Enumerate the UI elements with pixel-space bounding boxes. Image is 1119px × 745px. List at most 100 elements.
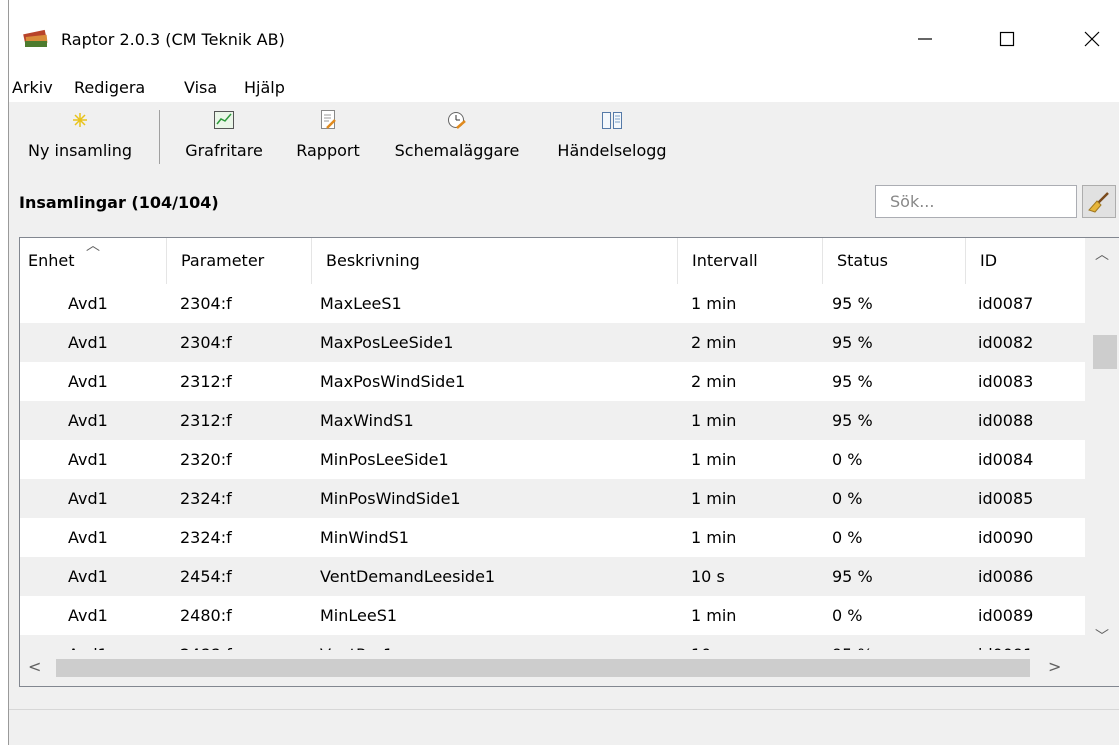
maximize-button[interactable] <box>984 16 1030 62</box>
scheduler-label: Schemaläggare <box>394 141 520 160</box>
table-row[interactable]: Avd1 2312:f MaxPosWindSide1 2 min 95 % i… <box>20 362 1085 401</box>
scheduler-button[interactable]: Schemaläggare <box>376 108 538 160</box>
cell-enhet: Avd1 <box>68 333 108 352</box>
maximize-icon <box>999 31 1015 47</box>
col-header-enhet[interactable]: Enhet ︿ <box>20 238 167 284</box>
minimize-icon <box>918 38 932 40</box>
cell-id: id0089 <box>978 606 1034 625</box>
cell-intervall: 2 min <box>691 372 737 391</box>
app-window: Raptor 2.0.3 (CM Teknik AB) Arkiv Redige… <box>8 0 1119 745</box>
cell-intervall: 1 min <box>691 411 737 430</box>
menu-bar: Arkiv Redigera Visa Hjälp <box>9 76 1119 102</box>
raptor-app-icon <box>23 29 48 47</box>
cell-enhet: Avd1 <box>68 489 108 508</box>
cell-id: id0087 <box>978 294 1034 313</box>
cell-status: 95 % <box>832 411 873 430</box>
toolbar: Ny insamling Grafritare Rapport Schemalä… <box>9 102 1119 180</box>
cell-intervall: 10 s <box>691 567 725 586</box>
table-header: Enhet ︿ Parameter Beskrivning Intervall … <box>20 238 1085 284</box>
col-header-status-label: Status <box>837 251 888 270</box>
cell-id: id0086 <box>978 567 1034 586</box>
event-log-icon <box>602 112 622 129</box>
cell-parameter: 2312:f <box>180 372 232 391</box>
col-header-parameter[interactable]: Parameter <box>167 238 312 284</box>
table-row[interactable]: Avd1 2320:f MinPosLeeSide1 1 min 0 % id0… <box>20 440 1085 479</box>
title-bar: Raptor 2.0.3 (CM Teknik AB) <box>9 0 1119 76</box>
toolbar-separator <box>159 110 160 164</box>
chart-label: Grafritare <box>185 141 263 160</box>
col-header-enhet-label: Enhet <box>28 251 75 270</box>
horizontal-scroll-thumb[interactable] <box>56 659 1030 677</box>
cell-beskrivning: MaxPosLeeSide1 <box>320 333 454 352</box>
col-header-status[interactable]: Status <box>823 238 966 284</box>
table-row[interactable]: Avd1 2324:f MinPosWindSide1 1 min 0 % id… <box>20 479 1085 518</box>
search-input[interactable] <box>876 186 1076 217</box>
table-row[interactable]: Avd1 2304:f MaxLeeS1 1 min 95 % id0087 <box>20 284 1085 323</box>
col-header-beskrivning[interactable]: Beskrivning <box>312 238 678 284</box>
new-collection-label: Ny insamling <box>27 141 133 160</box>
cell-status: 0 % <box>832 606 863 625</box>
cell-status: 0 % <box>832 450 863 469</box>
menu-hjalp[interactable]: Hjälp <box>244 78 285 97</box>
close-button[interactable] <box>1069 16 1115 62</box>
minimize-button[interactable] <box>902 16 948 62</box>
cell-beskrivning: MaxLeeS1 <box>320 294 402 313</box>
vertical-scrollbar[interactable]: ︿ ﹀ <box>1085 238 1119 650</box>
new-collection-icon <box>73 113 87 127</box>
cell-beskrivning: MinWindS1 <box>320 528 409 547</box>
cell-enhet: Avd1 <box>68 372 108 391</box>
cell-enhet: Avd1 <box>68 450 108 469</box>
cell-intervall: 2 min <box>691 333 737 352</box>
table-row[interactable]: Avd1 2312:f MaxWindS1 1 min 95 % id0088 <box>20 401 1085 440</box>
col-header-id[interactable]: ID <box>966 238 1085 284</box>
table-row[interactable]: Avd1 2480:f MinLeeS1 1 min 0 % id0089 <box>20 596 1085 635</box>
cell-id: id0088 <box>978 411 1034 430</box>
collections-table: Enhet ︿ Parameter Beskrivning Intervall … <box>19 237 1119 687</box>
cell-beskrivning: MaxWindS1 <box>320 411 414 430</box>
col-header-beskrivning-label: Beskrivning <box>326 251 420 270</box>
event-log-button[interactable]: Händelselogg <box>542 108 682 160</box>
scheduler-icon <box>448 112 466 129</box>
chart-icon <box>214 111 234 129</box>
clear-search-button[interactable] <box>1082 185 1116 218</box>
cell-enhet: Avd1 <box>68 294 108 313</box>
col-header-intervall-label: Intervall <box>692 251 758 270</box>
close-icon <box>1084 31 1100 47</box>
vertical-scroll-thumb[interactable] <box>1093 335 1117 369</box>
scroll-up-icon[interactable]: ︿ <box>1085 244 1119 264</box>
cell-intervall: 1 min <box>691 528 737 547</box>
report-button[interactable]: Rapport <box>283 108 373 160</box>
cell-parameter: 2320:f <box>180 450 232 469</box>
cell-intervall: 1 min <box>691 450 737 469</box>
table-row[interactable]: Avd1 2454:f VentDemandLeeside1 10 s 95 %… <box>20 557 1085 596</box>
cell-status: 95 % <box>832 567 873 586</box>
cell-beskrivning: MinPosLeeSide1 <box>320 450 449 469</box>
scroll-right-icon[interactable]: > <box>1048 657 1061 676</box>
window-title: Raptor 2.0.3 (CM Teknik AB) <box>61 30 285 49</box>
col-header-intervall[interactable]: Intervall <box>678 238 823 284</box>
cell-status: 95 % <box>832 372 873 391</box>
chart-button[interactable]: Grafritare <box>170 108 278 160</box>
cell-id: id0085 <box>978 489 1034 508</box>
cell-beskrivning: MinPosWindSide1 <box>320 489 461 508</box>
cell-status: 95 % <box>832 294 873 313</box>
menu-arkiv[interactable]: Arkiv <box>12 78 53 97</box>
new-collection-button[interactable]: Ny insamling <box>9 108 151 160</box>
cell-status: 0 % <box>832 528 863 547</box>
horizontal-scrollbar[interactable]: < > <box>20 650 1085 686</box>
sort-ascending-icon: ︿ <box>86 238 100 254</box>
cell-intervall: 1 min <box>691 294 737 313</box>
scroll-left-icon[interactable]: < <box>28 657 41 676</box>
cell-intervall: 1 min <box>691 489 737 508</box>
cell-status: 95 % <box>832 333 873 352</box>
table-row[interactable]: Avd1 2324:f MinWindS1 1 min 0 % id0090 <box>20 518 1085 557</box>
scroll-down-icon[interactable]: ﹀ <box>1085 626 1119 646</box>
cell-intervall: 1 min <box>691 606 737 625</box>
menu-visa[interactable]: Visa <box>184 78 217 97</box>
search-box[interactable] <box>875 185 1077 218</box>
table-row[interactable]: Avd1 2304:f MaxPosLeeSide1 2 min 95 % id… <box>20 323 1085 362</box>
cell-beskrivning: VentDemandLeeside1 <box>320 567 496 586</box>
menu-redigera[interactable]: Redigera <box>74 78 145 97</box>
broom-icon <box>1088 191 1109 213</box>
cell-beskrivning: MinLeeS1 <box>320 606 398 625</box>
